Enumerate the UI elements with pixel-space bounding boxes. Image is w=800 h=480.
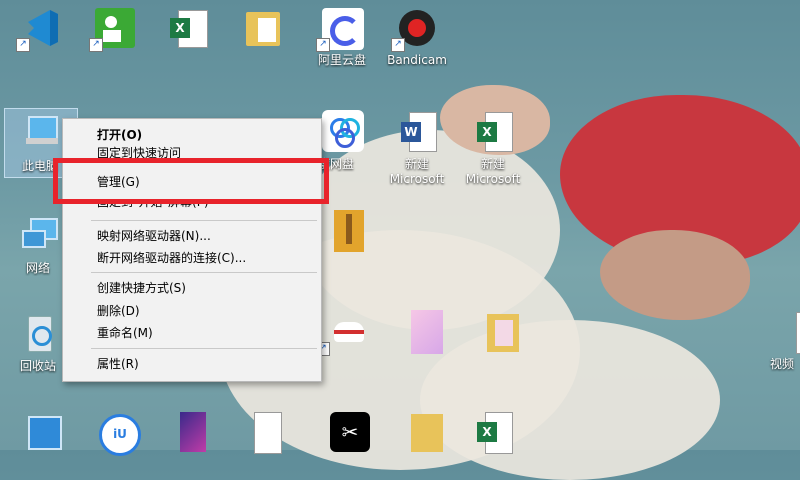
menu-item-rename[interactable]: 重命名(M) [63, 322, 321, 344]
control-panel-icon [18, 410, 62, 454]
desktop-icon-capcut[interactable]: ✂ [306, 410, 378, 454]
desktop-icon-excel[interactable]: X [152, 6, 224, 50]
desktop-icon-iu[interactable]: iU [79, 410, 151, 456]
folder-icon [240, 6, 284, 50]
video-folder-icon [766, 310, 800, 354]
wallpaper-legs [600, 230, 750, 320]
desktop-icon-vscode[interactable]: ↗ [6, 6, 78, 52]
desktop-icon-yellow-folder[interactable] [457, 310, 529, 354]
desktop-icon-folder-2[interactable] [381, 410, 453, 454]
desktop-icon-purple-file[interactable] [152, 410, 224, 454]
menu-separator [91, 272, 317, 273]
excel-icon: X [471, 410, 515, 454]
excel-doc-icon: X [471, 110, 515, 154]
desktop-icon-control-panel[interactable] [4, 410, 76, 454]
aliyun-drive-icon: ↗ [316, 6, 364, 52]
desktop-icon-label: 视频 [770, 357, 795, 371]
archive-icon [320, 208, 364, 252]
baidu-netdisk-icon [320, 110, 364, 154]
menu-separator [91, 348, 317, 349]
network-icon [16, 214, 60, 258]
desktop-icon-video[interactable]: 视频 [752, 310, 800, 372]
recycle-bin-icon [16, 312, 60, 356]
excel-icon: X [166, 6, 210, 50]
word-doc-icon: W [395, 110, 439, 154]
menu-item-disconnect-drive[interactable]: 断开网络驱动器的连接(C)... [63, 247, 321, 269]
menu-item-open[interactable]: 打开(O) [63, 124, 321, 146]
bandicam-icon: ↗ [391, 6, 439, 52]
text-file-icon [240, 410, 284, 454]
desktop-icon-excel-doc[interactable]: X 新建 Microsoft [457, 110, 529, 187]
menu-item-delete[interactable]: 删除(D) [63, 300, 321, 322]
this-pc-icon [18, 112, 62, 156]
menu-item-map-drive[interactable]: 映射网络驱动器(N)... [63, 225, 321, 247]
desktop-icon-aliyun-drive[interactable]: ↗ 阿里云盘 [306, 6, 378, 68]
folder-icon [471, 310, 519, 354]
desktop-icon-word-doc[interactable]: W 新建 Microsoft [381, 110, 453, 187]
iu-app-icon: iU [93, 410, 141, 456]
desktop-icon-bandicam[interactable]: ↗ Bandicam [381, 6, 453, 68]
folder-icon [395, 410, 443, 454]
menu-separator [91, 220, 317, 221]
train-icon: ↗ [316, 310, 364, 356]
desktop-icon-pink-file[interactable] [381, 310, 453, 354]
desktop-icon-folder[interactable] [226, 6, 298, 50]
capcut-icon: ✂ [320, 410, 370, 454]
image-file-icon [395, 310, 443, 354]
desktop-icon-green-app[interactable]: ↗ [79, 6, 151, 52]
desktop-icon-label: Bandicam [387, 53, 447, 67]
desktop-icon-label: 新建 Microsoft [389, 157, 445, 186]
annotation-highlight-box [53, 158, 329, 204]
desktop-icon-text-file[interactable] [226, 410, 298, 454]
desktop-icon-excel-2[interactable]: X [457, 410, 529, 454]
menu-item-create-shortcut[interactable]: 创建快捷方式(S) [63, 277, 321, 299]
image-file-icon [166, 410, 210, 454]
desktop-icon-label: 新建 Microsoft [465, 157, 521, 186]
menu-item-properties[interactable]: 属性(R) [63, 353, 321, 375]
green-app-icon: ↗ [89, 6, 137, 52]
vscode-icon: ↗ [16, 6, 64, 52]
desktop-icon-label: 阿里云盘 [317, 53, 366, 67]
